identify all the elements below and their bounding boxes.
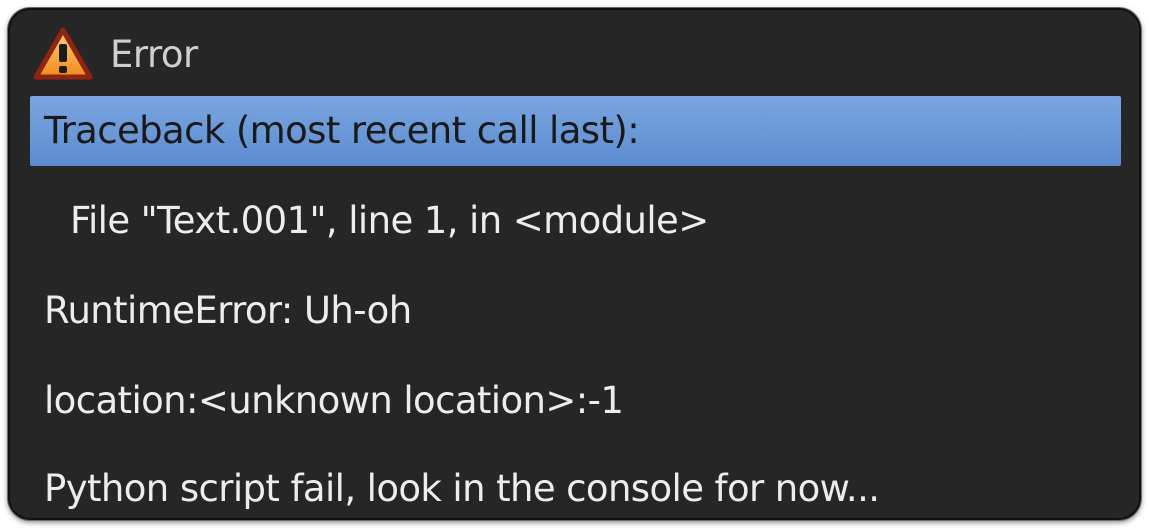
error-line-location[interactable]: location:<unknown location>:-1 xyxy=(30,366,1121,436)
error-line-file[interactable]: File "Text.001", line 1, in <module> xyxy=(30,186,1121,256)
warning-icon xyxy=(32,26,94,82)
error-line-runtime-error[interactable]: RuntimeError: Uh-oh xyxy=(30,276,1121,346)
error-popup: Error Traceback (most recent call last):… xyxy=(8,8,1141,520)
popup-title: Error xyxy=(110,33,198,76)
error-line-console-hint[interactable]: Python script fail, look in the console … xyxy=(30,454,1121,518)
popup-header: Error xyxy=(10,10,1139,96)
error-line-traceback[interactable]: Traceback (most recent call last): xyxy=(30,96,1121,166)
